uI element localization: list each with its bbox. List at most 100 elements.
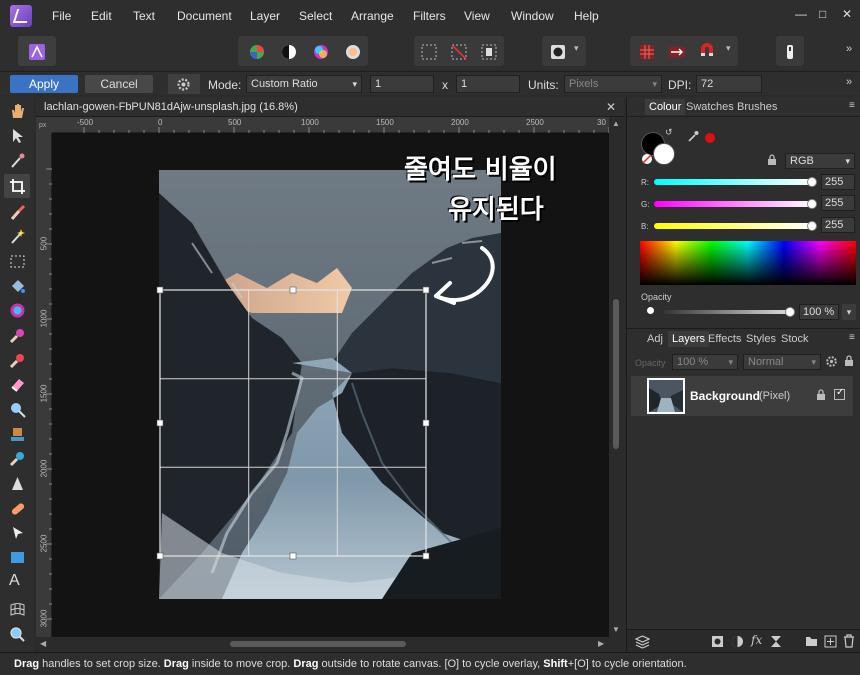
- picked-colour-swatch[interactable]: [705, 133, 715, 143]
- menu-layer[interactable]: Layer: [250, 9, 280, 23]
- swap-colours-icon[interactable]: ↺: [665, 127, 673, 138]
- toolbar-overflow-icon[interactable]: »: [846, 43, 852, 55]
- document-canvas[interactable]: 줄여도 비율이 유지된다: [52, 133, 609, 637]
- clone-tool-icon[interactable]: [9, 426, 26, 443]
- document-tab[interactable]: lachlan-gowen-FbPUN81dAjw-unsplash.jpg (…: [36, 97, 624, 117]
- trash-icon[interactable]: [843, 634, 855, 648]
- gradient-tool-icon[interactable]: [9, 302, 26, 319]
- tab-styles[interactable]: Styles: [746, 333, 776, 345]
- color-picker-tool-icon[interactable]: [9, 152, 26, 169]
- sharpen-tool-icon[interactable]: [9, 475, 26, 492]
- close-icon[interactable]: ✕: [842, 7, 852, 21]
- auto-white-balance-icon[interactable]: [344, 43, 362, 61]
- r-slider[interactable]: [654, 179, 814, 185]
- menu-filters[interactable]: Filters: [413, 9, 446, 23]
- layer-lock-icon[interactable]: [816, 389, 826, 401]
- menu-window[interactable]: Window: [511, 9, 554, 23]
- horizontal-ruler[interactable]: -500 0 500 1000 1500 2000 2500 30: [52, 117, 609, 133]
- context-overflow-icon[interactable]: »: [846, 76, 852, 88]
- marquee-tool-icon[interactable]: [9, 253, 26, 270]
- menu-help[interactable]: Help: [574, 9, 599, 23]
- move-tool-icon[interactable]: [9, 127, 26, 144]
- grid-icon[interactable]: [638, 43, 656, 61]
- menu-arrange[interactable]: Arrange: [351, 9, 394, 23]
- mesh-warp-tool-icon[interactable]: [9, 601, 26, 618]
- scroll-left-icon[interactable]: ◀: [40, 639, 46, 648]
- close-document-icon[interactable]: ✕: [606, 100, 616, 114]
- vertical-scrollbar[interactable]: ▲ ▼: [609, 117, 624, 637]
- horizontal-scrollbar[interactable]: ◀ ▶: [36, 637, 609, 651]
- scroll-up-icon[interactable]: ▲: [612, 119, 620, 128]
- snapping-magnet-icon[interactable]: [698, 43, 716, 61]
- mask-layer-icon[interactable]: [711, 635, 724, 648]
- crop-tool-button[interactable]: [4, 174, 30, 198]
- chevron-down-icon[interactable]: ▾: [842, 304, 856, 320]
- tab-effects[interactable]: Effects: [708, 333, 741, 345]
- gear-icon[interactable]: [825, 355, 838, 368]
- g-value-field[interactable]: 255: [821, 195, 855, 211]
- photo-persona-button[interactable]: [18, 36, 56, 66]
- add-layer-icon[interactable]: [824, 635, 837, 648]
- colour-model-select[interactable]: RGB ▾: [785, 153, 855, 169]
- ratio-height-field[interactable]: 1: [456, 75, 520, 93]
- paint-brush-tool-icon[interactable]: [9, 327, 26, 344]
- tab-swatches[interactable]: Swatches: [686, 101, 734, 113]
- layer-opacity-field[interactable]: 100 % ▾: [672, 354, 738, 370]
- vertical-scroll-thumb[interactable]: [613, 299, 619, 449]
- quick-mask-icon[interactable]: [549, 43, 567, 61]
- panel-menu-icon[interactable]: ≡: [849, 100, 855, 111]
- auto-colors-icon[interactable]: [312, 43, 330, 61]
- inpainting-tool-icon[interactable]: [9, 450, 26, 467]
- zoom-tool-icon[interactable]: [9, 626, 26, 643]
- r-slider-knob[interactable]: [807, 177, 817, 187]
- colour-opacity-knob[interactable]: [785, 307, 795, 317]
- no-colour-icon[interactable]: [641, 153, 653, 165]
- layer-visibility-checkbox[interactable]: ✓: [834, 387, 845, 400]
- b-slider-knob[interactable]: [807, 221, 817, 231]
- fill-tool-icon[interactable]: [9, 278, 26, 295]
- panel-menu-icon[interactable]: ≡: [849, 332, 855, 343]
- quick-mask-group[interactable]: ▾: [542, 36, 586, 66]
- layer-stack-icon[interactable]: [635, 634, 650, 649]
- tab-adjustments[interactable]: Adj: [647, 333, 663, 345]
- vertical-ruler[interactable]: 500 1000 1500 2000 2500 3000: [36, 133, 52, 637]
- horizontal-scroll-thumb[interactable]: [230, 641, 406, 647]
- rectangle-tool-icon[interactable]: [9, 549, 26, 566]
- dpi-field[interactable]: 72: [696, 75, 762, 93]
- b-slider[interactable]: [654, 223, 814, 229]
- colour-spectrum[interactable]: [640, 241, 856, 285]
- menu-file[interactable]: File: [52, 9, 71, 23]
- deselect-icon[interactable]: [450, 43, 468, 61]
- minimize-icon[interactable]: —: [795, 7, 807, 21]
- group-folder-icon[interactable]: [805, 635, 818, 647]
- g-slider-knob[interactable]: [807, 199, 817, 209]
- blemish-removal-tool-icon[interactable]: [9, 500, 26, 517]
- tab-colour[interactable]: Colour: [645, 99, 686, 115]
- ratio-width-field[interactable]: 1: [370, 75, 434, 93]
- tab-stock[interactable]: Stock: [781, 333, 809, 345]
- fx-icon[interactable]: fx: [751, 633, 762, 647]
- erase-brush-tool-icon[interactable]: [9, 376, 26, 393]
- eyedropper-icon[interactable]: [687, 130, 699, 142]
- select-all-icon[interactable]: [420, 43, 438, 61]
- text-tool-icon[interactable]: A: [9, 572, 26, 589]
- crop-settings-button[interactable]: [168, 74, 200, 94]
- lock-icon[interactable]: [767, 154, 777, 166]
- tab-brushes[interactable]: Brushes: [737, 101, 777, 113]
- scroll-right-icon[interactable]: ▶: [598, 639, 604, 648]
- pen-tool-icon[interactable]: [9, 524, 26, 541]
- maximize-icon[interactable]: □: [819, 7, 826, 21]
- assistant-button[interactable]: [776, 36, 804, 66]
- menu-select[interactable]: Select: [299, 9, 332, 23]
- secondary-colour-swatch[interactable]: [653, 143, 675, 165]
- mode-select[interactable]: Custom Ratio ▾: [246, 75, 362, 93]
- blend-mode-select[interactable]: Normal ▾: [743, 354, 821, 370]
- dodge-tool-icon[interactable]: [9, 401, 26, 418]
- invert-selection-icon[interactable]: [480, 43, 498, 61]
- r-value-field[interactable]: 255: [821, 174, 855, 190]
- selection-brush-tool-icon[interactable]: [9, 204, 26, 221]
- apply-button[interactable]: Apply: [10, 75, 78, 93]
- flood-select-tool-icon[interactable]: [9, 228, 26, 245]
- g-slider[interactable]: [654, 201, 814, 207]
- cancel-button[interactable]: Cancel: [85, 75, 153, 93]
